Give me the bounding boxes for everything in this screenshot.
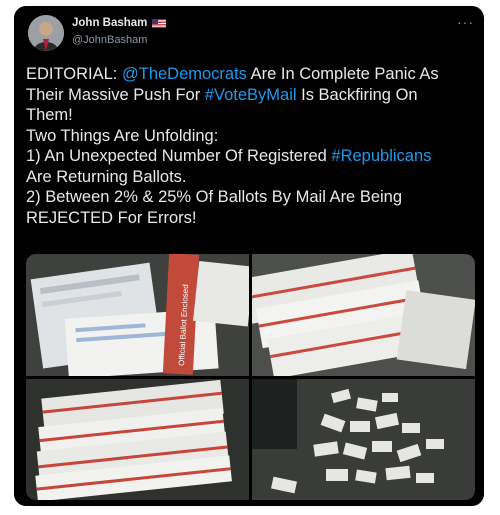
tweet-text-line: 2) Between 2% & 25% Of Ballots By Mail A… [26, 187, 476, 208]
tweet-text-line: Their Massive Push For #VoteByMail Is Ba… [26, 85, 476, 106]
tweet-text-segment: Two Things Are Unfolding: [26, 126, 219, 145]
photo-ballot-envelopes-3[interactable] [26, 379, 249, 500]
mention-link[interactable]: @TheDemocrats [122, 65, 247, 83]
tweet-text-segment: REJECTED For Errors! [26, 208, 197, 227]
more-options-icon[interactable]: ··· [457, 14, 474, 30]
tweet-text-segment: Are Returning Ballots. [26, 167, 187, 186]
tweet-text-segment: Is Backfiring On [296, 85, 418, 104]
us-flag-icon [152, 18, 167, 28]
tweet-text-line: REJECTED For Errors! [26, 208, 476, 229]
author-name[interactable]: John Basham [72, 17, 147, 29]
tweet-media-grid[interactable]: Official Ballot Enclosed [26, 254, 475, 500]
tweet-text-segment: EDITORIAL: [26, 65, 122, 83]
tweet-text-line: Two Things Are Unfolding: [26, 126, 476, 147]
photo-scattered-ballots-4[interactable] [252, 379, 475, 500]
tweet-text-line: Are Returning Ballots. [26, 167, 476, 188]
tweet-text-segment: Them! [26, 106, 73, 124]
author-avatar[interactable] [28, 15, 64, 51]
photo-ballot-envelopes-2[interactable] [252, 254, 475, 376]
photo-ballot-envelopes-1[interactable]: Official Ballot Enclosed [26, 254, 249, 376]
tweet-text: EDITORIAL: @TheDemocrats Are In Complete… [26, 64, 476, 228]
tweet-text-line: EDITORIAL: @TheDemocrats Are In Complete… [26, 64, 476, 85]
tweet-text-line: Them! [26, 105, 476, 126]
tweet-text-segment: 2) Between 2% & 25% Of Ballots By Mail A… [26, 188, 403, 206]
tweet-card[interactable]: John Basham @JohnBasham ··· EDITORIAL: @… [14, 6, 484, 506]
hashtag-link[interactable]: #VoteByMail [205, 86, 297, 104]
tweet-text-segment: 1) An Unexpected Number Of Registered [26, 147, 332, 165]
tweet-text-line: 1) An Unexpected Number Of Registered #R… [26, 146, 476, 167]
author-handle[interactable]: @JohnBasham [72, 34, 147, 46]
tweet-text-segment: Their Massive Push For [26, 85, 205, 104]
author-name-row: John Basham [72, 17, 167, 29]
hashtag-link[interactable]: #Republicans [331, 147, 431, 165]
tweet-text-segment: Are In Complete Panic As [246, 65, 439, 83]
